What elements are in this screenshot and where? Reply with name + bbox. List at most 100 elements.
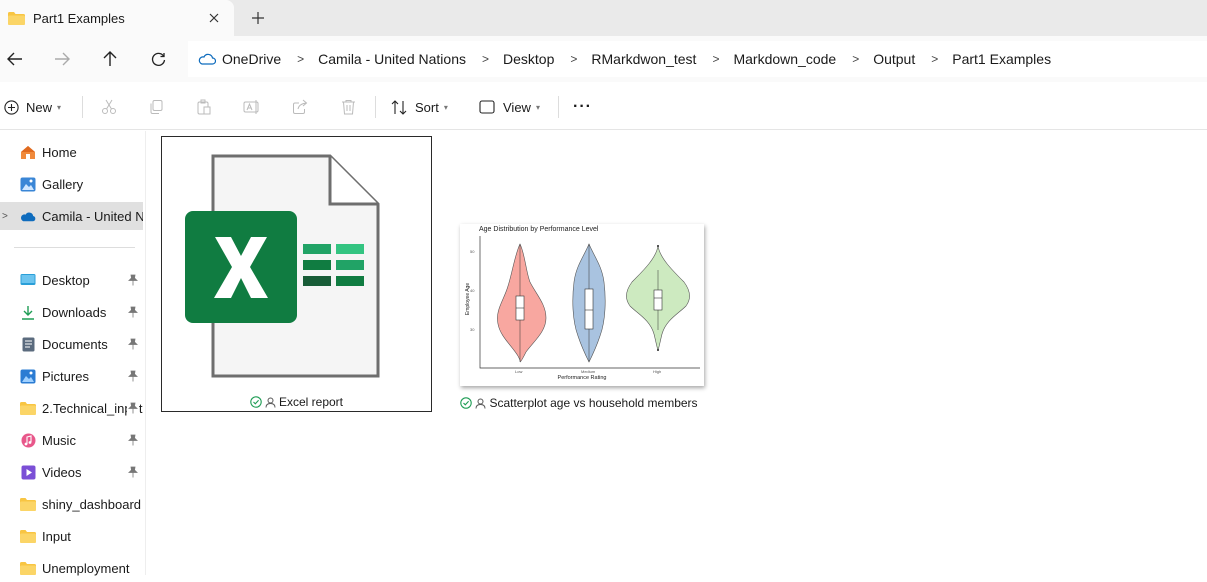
folder-icon — [8, 11, 25, 25]
plus-circle-icon — [4, 99, 19, 115]
navigation-row: OneDrive > Camila - United Nations > Deskt… — [0, 36, 1207, 82]
sidebar-item-desktop[interactable]: Desktop — [0, 266, 143, 294]
thumbnail-x-label: Performance Rating — [557, 375, 607, 381]
violin-plot-icon: 50 40 30 Low Medium High — [470, 236, 700, 374]
pin-icon[interactable] — [127, 401, 139, 415]
sidebar-item-videos[interactable]: Videos — [0, 458, 143, 486]
sidebar-item-home[interactable]: Home — [0, 138, 143, 166]
divider — [82, 96, 83, 118]
sidebar-item-camila-onedrive[interactable]: > Camila - United Nations — [0, 202, 143, 230]
sort-button[interactable]: Sort ▾ — [391, 92, 448, 122]
folder-icon — [20, 528, 36, 544]
sidebar-item-gallery[interactable]: Gallery — [0, 170, 143, 198]
music-icon — [20, 432, 36, 448]
address-bar[interactable]: OneDrive > Camila - United Nations > Deskt… — [188, 41, 1207, 77]
pictures-icon — [20, 368, 36, 384]
up-button[interactable] — [95, 44, 125, 74]
new-button[interactable]: New ▾ — [4, 92, 61, 122]
chevron-right-icon[interactable]: > — [712, 52, 719, 66]
copy-button[interactable] — [144, 95, 168, 119]
sidebar-item-2-technical-input[interactable]: 2.Technical_input — [0, 394, 143, 422]
file-item-scatterplot[interactable]: Age Distribution by Performance Level Em… — [447, 136, 711, 412]
sidebar-item-pictures[interactable]: Pictures — [0, 362, 143, 390]
refresh-button[interactable] — [143, 44, 173, 74]
sidebar-item-unemployment[interactable]: Unemployment — [0, 554, 143, 582]
new-tab-button[interactable] — [244, 4, 272, 32]
image-thumbnail: Age Distribution by Performance Level Em… — [460, 224, 704, 386]
share-icon — [293, 99, 308, 114]
chevron-down-icon: ▾ — [535, 102, 540, 112]
shared-person-icon — [265, 397, 276, 408]
tab-part1-examples[interactable]: Part1 Examples — [0, 0, 234, 36]
paste-button[interactable] — [192, 95, 216, 119]
arrow-right-icon — [55, 52, 70, 66]
breadcrumb-markdown-code[interactable]: Markdown_code > — [733, 51, 873, 67]
file-view: Excel report Age Distribution by Perform… — [147, 131, 1207, 575]
sync-status-icon — [460, 397, 473, 409]
breadcrumb-part1-examples[interactable]: Part1 Examples — [952, 51, 1051, 67]
delete-button[interactable] — [336, 95, 360, 119]
arrow-left-icon — [7, 52, 22, 66]
file-name: Excel report — [162, 395, 431, 409]
divider — [375, 96, 376, 118]
pin-icon[interactable] — [127, 273, 139, 287]
cut-button[interactable] — [97, 95, 121, 119]
more-options-button[interactable]: ··· — [573, 92, 592, 122]
sidebar-item-shiny-dashboard[interactable]: shiny_dashboard — [0, 490, 143, 518]
breadcrumb-onedrive[interactable]: OneDrive > — [222, 51, 318, 67]
pin-icon[interactable] — [127, 465, 139, 479]
view-icon — [479, 100, 495, 114]
desktop-icon — [20, 272, 36, 288]
svg-text:Medium: Medium — [581, 369, 596, 374]
sort-icon — [391, 99, 407, 115]
chevron-right-icon[interactable]: > — [852, 52, 859, 66]
ellipsis-icon: ··· — [573, 98, 592, 115]
gallery-icon — [20, 176, 36, 192]
sidebar-item-input[interactable]: Input — [0, 522, 143, 550]
folder-icon — [20, 560, 36, 576]
breadcrumb-desktop[interactable]: Desktop > — [503, 51, 591, 67]
onedrive-icon — [20, 208, 36, 224]
svg-text:High: High — [653, 369, 661, 374]
home-icon — [20, 144, 36, 160]
svg-text:50: 50 — [470, 249, 475, 254]
onedrive-icon — [198, 53, 216, 65]
refresh-icon — [151, 52, 165, 66]
breadcrumb-output[interactable]: Output > — [873, 51, 952, 67]
rename-button[interactable] — [240, 95, 264, 119]
paste-icon — [197, 99, 211, 115]
tab-title: Part1 Examples — [33, 10, 125, 26]
breadcrumb-camila[interactable]: Camila - United Nations > — [318, 51, 503, 67]
chevron-right-icon[interactable]: > — [482, 52, 489, 66]
plus-icon — [252, 12, 264, 24]
pin-icon[interactable] — [127, 305, 139, 319]
share-button[interactable] — [288, 95, 312, 119]
svg-text:Low: Low — [515, 369, 522, 374]
downloads-icon — [20, 304, 36, 320]
navigation-pane: Home Gallery > Camila - United Nations D… — [0, 131, 146, 576]
pin-icon[interactable] — [127, 433, 139, 447]
sidebar-item-music[interactable]: Music — [0, 426, 143, 454]
file-name: Scatterplot age vs household members — [447, 396, 711, 410]
videos-icon — [20, 464, 36, 480]
folder-icon — [20, 400, 36, 416]
command-bar: New ▾ Sort ▾ View ▾ ··· — [0, 84, 1207, 130]
chevron-right-icon[interactable]: > — [297, 52, 304, 66]
chevron-right-icon[interactable]: > — [570, 52, 577, 66]
chevron-right-icon[interactable]: > — [2, 211, 8, 222]
divider — [558, 96, 559, 118]
view-button[interactable]: View ▾ — [479, 92, 540, 122]
rename-icon — [243, 100, 259, 114]
pin-icon[interactable] — [127, 369, 139, 383]
shared-person-icon — [475, 398, 486, 409]
sidebar-item-downloads[interactable]: Downloads — [0, 298, 143, 326]
sidebar-item-documents[interactable]: Documents — [0, 330, 143, 358]
back-button[interactable] — [0, 44, 30, 74]
pin-icon[interactable] — [127, 337, 139, 351]
file-item-excel-report[interactable]: Excel report — [161, 136, 432, 412]
breadcrumb-rmarkdwon-test[interactable]: RMarkdwon_test > — [591, 51, 733, 67]
forward-button[interactable] — [47, 44, 77, 74]
chevron-right-icon[interactable]: > — [931, 52, 938, 66]
scissors-icon — [102, 99, 116, 114]
close-icon[interactable] — [200, 4, 228, 32]
